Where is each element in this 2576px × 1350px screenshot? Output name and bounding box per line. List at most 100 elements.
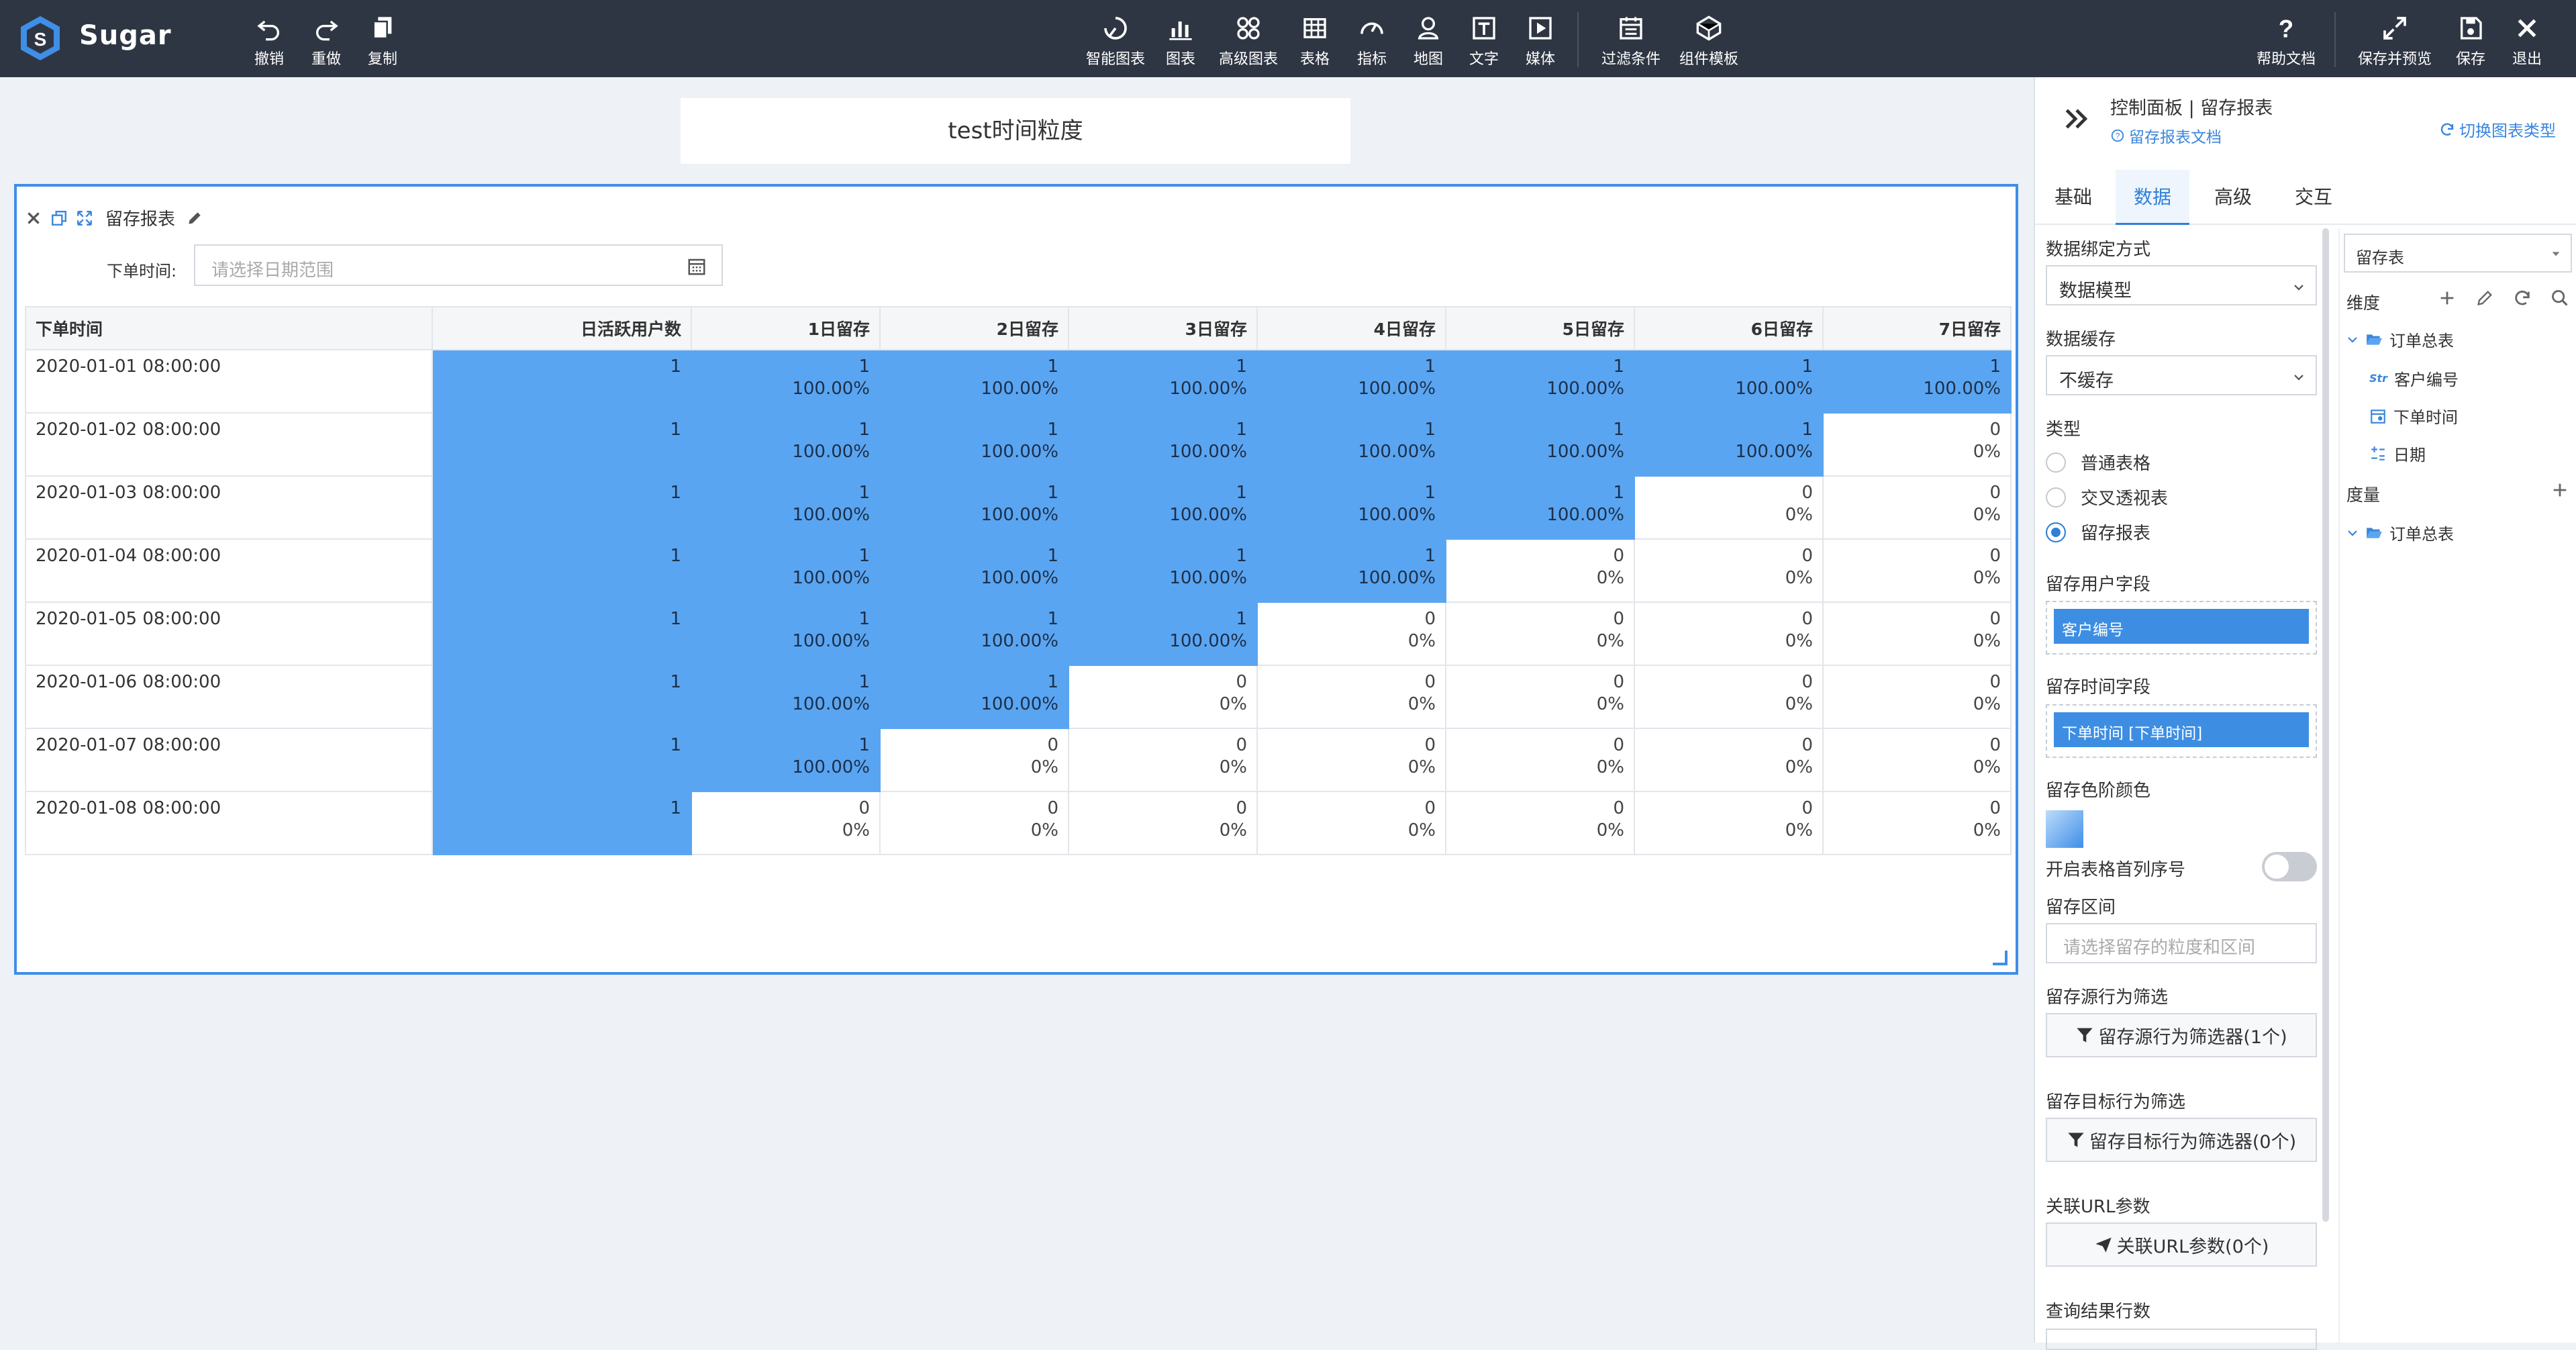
dashboard-title[interactable]: test时间粒度 <box>681 98 1350 164</box>
retention-cell: 1 100.00% <box>1445 412 1635 477</box>
column-header[interactable]: 2日留存 <box>879 306 1069 350</box>
media-icon <box>1529 17 1552 40</box>
time-field-dropzone[interactable]: 下单时间 [下单时间] <box>2046 704 2317 758</box>
retention-range-input[interactable]: 请选择留存的粒度和区间 <box>2046 923 2317 963</box>
result-rows-input[interactable] <box>2046 1329 2317 1350</box>
date-cell: 2020-01-04 08:00:00 <box>25 538 433 603</box>
save-preview-button[interactable]: 保存并预览 <box>2353 15 2436 68</box>
duplicate-icon[interactable] <box>50 209 68 227</box>
column-header[interactable]: 5日留存 <box>1445 306 1635 350</box>
url-param-button[interactable]: 关联URL参数(0个) <box>2046 1222 2317 1267</box>
retention-count: 1 <box>1801 420 1813 440</box>
retention-rate: 0% <box>1785 631 1813 651</box>
tab-basic[interactable]: 基础 <box>2036 170 2110 225</box>
close-icon[interactable] <box>25 209 42 227</box>
retention-cell: 1 100.00% <box>1634 412 1824 477</box>
retention-rate: 0% <box>1785 694 1813 714</box>
smart-chart-button[interactable]: 智能图表 <box>1082 15 1149 68</box>
retention-count: 0 <box>1801 672 1813 692</box>
retention-cell: 0 0% <box>1256 601 1446 666</box>
tab-advanced[interactable]: 高级 <box>2196 170 2270 225</box>
retention-cell: 0 0% <box>1822 791 2012 855</box>
retention-report-widget[interactable]: 留存报表 下单时间: 请选择日期范围 下单时间 日活跃用户数 1日留存 2日留存… <box>14 184 2018 975</box>
field-item[interactable]: Str 客户编号 <box>2369 367 2459 390</box>
measure-folder[interactable]: 订单总表 <box>2346 521 2454 544</box>
column-header[interactable]: 7日留存 <box>1822 306 2012 350</box>
indicator-button[interactable]: 指标 <box>1355 15 1389 68</box>
column-header[interactable]: 6日留存 <box>1634 306 1824 350</box>
column-header[interactable]: 日活跃用户数 <box>432 306 692 350</box>
user-field-chip[interactable]: 客户编号 <box>2054 609 2309 644</box>
filter-label: 下单时间: <box>107 262 177 281</box>
table-button[interactable]: 表格 <box>1298 15 1332 68</box>
retention-count: 1 <box>858 609 870 629</box>
edit-pencil-icon[interactable] <box>2475 289 2494 307</box>
panel-scrollbar[interactable] <box>2322 228 2329 1222</box>
undo-button[interactable]: 撤销 <box>252 15 286 68</box>
help-doc-button[interactable]: ? 帮助文档 <box>2252 15 2320 68</box>
cache-select[interactable]: 不缓存 <box>2046 355 2317 395</box>
chart-button[interactable]: 图表 <box>1164 15 1197 68</box>
retention-cell: 0 0% <box>1634 791 1824 855</box>
toggle-knob <box>2265 855 2289 879</box>
edit-pencil-icon[interactable] <box>186 209 203 227</box>
radio-label: 交叉透视表 <box>2081 489 2169 509</box>
radio-circle[interactable] <box>2046 452 2066 473</box>
retention-count: 1 <box>1047 546 1058 566</box>
data-table-select[interactable]: 留存表 <box>2344 234 2572 273</box>
radio-pivot-table[interactable]: 交叉透视表 <box>2046 485 2168 510</box>
radio-circle[interactable] <box>2046 487 2066 508</box>
retention-cell: 1 100.00% <box>1068 538 1258 603</box>
switch-chart-type-link[interactable]: 切换图表类型 <box>2439 117 2556 141</box>
binding-select[interactable]: 数据模型 <box>2046 265 2317 305</box>
redo-button[interactable]: 重做 <box>309 15 343 68</box>
media-button[interactable]: 媒体 <box>1524 15 1557 68</box>
retention-rate: 100.00% <box>792 568 870 588</box>
exit-button[interactable]: 退出 <box>2510 15 2544 68</box>
column-header[interactable]: 3日留存 <box>1068 306 1258 350</box>
radio-circle-selected[interactable] <box>2046 522 2066 542</box>
fullscreen-icon[interactable] <box>76 209 93 227</box>
table-row: 2020-01-08 08:00:00 1 0 0% 0 0% 0 0% 0 0% 0 0% 0 0% 0 0… <box>25 791 2012 855</box>
save-button[interactable]: 保存 <box>2454 15 2487 68</box>
time-field-chip[interactable]: 下单时间 [下单时间] <box>2054 712 2309 747</box>
resize-handle[interactable] <box>1993 951 2008 965</box>
retention-cell: 1 100.00% <box>879 538 1069 603</box>
column-header[interactable]: 1日留存 <box>691 306 881 350</box>
add-icon[interactable] <box>2550 481 2569 499</box>
retention-cell: 1 100.00% <box>691 728 881 792</box>
filter-condition-label: 过滤条件 <box>1601 51 1661 68</box>
dimension-folder[interactable]: 订单总表 <box>2346 328 2454 351</box>
serial-toggle[interactable] <box>2262 852 2317 881</box>
tab-data[interactable]: 数据 <box>2116 170 2189 225</box>
retention-count: 0 <box>858 798 870 818</box>
text-button[interactable]: 文字 <box>1467 15 1501 68</box>
retention-cell: 1 100.00% <box>1068 349 1258 414</box>
retention-cell: 0 0% <box>1445 665 1635 729</box>
filter-condition-button[interactable]: 过滤条件 <box>1597 15 1665 68</box>
user-field-dropzone[interactable]: 客户编号 <box>2046 601 2317 655</box>
collapse-panel-icon[interactable] <box>2062 104 2091 134</box>
field-item[interactable]: 下单时间 <box>2369 404 2458 428</box>
tab-interaction[interactable]: 交互 <box>2277 170 2350 225</box>
source-filter-button[interactable]: 留存源行为筛选器(1个) <box>2046 1013 2317 1057</box>
refresh-icon[interactable] <box>2513 289 2532 307</box>
map-button[interactable]: 地图 <box>1411 15 1445 68</box>
retention-doc-link[interactable]: ? 留存报表文档 <box>2110 124 2222 147</box>
radio-retention-report[interactable]: 留存报表 <box>2046 520 2150 544</box>
add-icon[interactable] <box>2438 289 2457 307</box>
copy-button[interactable]: 复制 <box>366 15 399 68</box>
color-swatch[interactable] <box>2046 810 2083 848</box>
radio-normal-table[interactable]: 普通表格 <box>2046 450 2150 475</box>
data-table-value: 留存表 <box>2356 248 2404 267</box>
advanced-chart-button[interactable]: 高级图表 <box>1215 15 1282 68</box>
target-filter-button[interactable]: 留存目标行为筛选器(0个) <box>2046 1118 2317 1162</box>
field-item[interactable]: 日期 <box>2369 442 2426 465</box>
component-template-button[interactable]: 组件模板 <box>1675 15 1742 68</box>
search-icon[interactable] <box>2550 289 2569 307</box>
retention-rate: 0% <box>1596 568 1624 588</box>
caret-down-icon <box>2552 252 2560 256</box>
column-header[interactable]: 下单时间 <box>25 306 433 350</box>
date-range-input[interactable]: 请选择日期范围 <box>194 244 723 286</box>
column-header[interactable]: 4日留存 <box>1256 306 1446 350</box>
